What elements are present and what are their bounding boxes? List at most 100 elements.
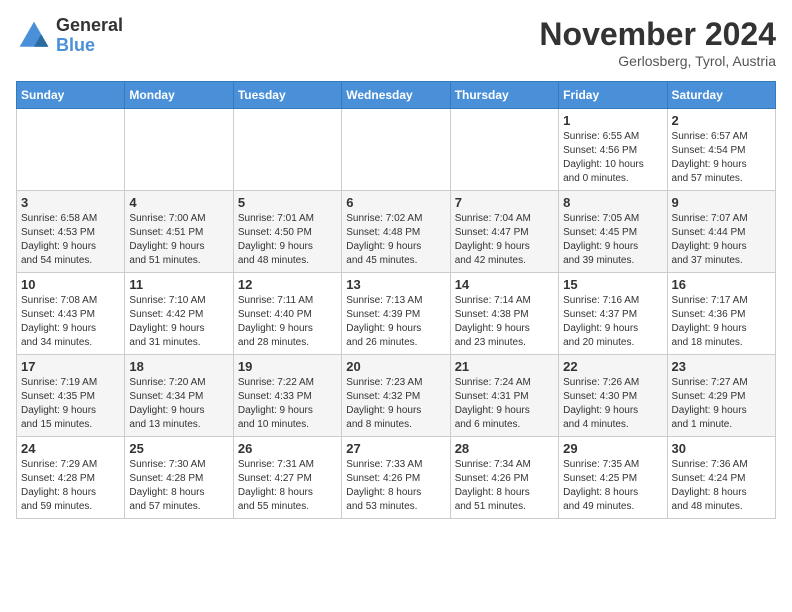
day-number: 24	[21, 441, 120, 456]
day-number: 19	[238, 359, 337, 374]
calendar-cell: 5 Sunrise: 7:01 AM Sunset: 4:50 PM Daylig…	[233, 191, 341, 273]
weekday-header-thursday: Thursday	[450, 82, 558, 109]
day-info: Sunrise: 7:36 AM Sunset: 4:24 PM Dayligh…	[672, 458, 771, 514]
calendar-cell	[233, 109, 341, 191]
calendar-cell: 29Sunrise: 7:35 AM Sunset: 4:25 PM Dayli…	[559, 437, 667, 519]
day-number: 30	[672, 441, 771, 456]
day-number: 13	[346, 277, 445, 292]
day-number: 12	[238, 277, 337, 292]
day-number: 26	[238, 441, 337, 456]
calendar-cell: 17 Sunrise: 7:19 AM Sunset: 4:35 PM Dayli…	[17, 355, 125, 437]
day-info: Sunrise: 7:14 AM Sunset: 4:38 PM Dayligh…	[455, 294, 554, 350]
calendar-cell: 1Sunrise: 6:55 AM Sunset: 4:56 PM Daylig…	[559, 109, 667, 191]
day-number: 27	[346, 441, 445, 456]
logo-icon	[16, 18, 52, 54]
weekday-header-tuesday: Tuesday	[233, 82, 341, 109]
day-info: Sunrise: 7:07 AM Sunset: 4:44 PM Dayligh…	[672, 212, 771, 268]
day-info: Sunrise: 7:08 AM Sunset: 4:43 PM Dayligh…	[21, 294, 120, 350]
day-info: Sunrise: 7:02 AM Sunset: 4:48 PM Dayligh…	[346, 212, 445, 268]
calendar-week-1: 1Sunrise: 6:55 AM Sunset: 4:56 PM Daylig…	[17, 109, 776, 191]
day-info: Sunrise: 7:30 AM Sunset: 4:28 PM Dayligh…	[129, 458, 228, 514]
day-info: Sunrise: 7:01 AM Sunset: 4:50 PM Dayligh…	[238, 212, 337, 268]
calendar-cell: 20 Sunrise: 7:23 AM Sunset: 4:32 PM Dayli…	[342, 355, 450, 437]
weekday-header-saturday: Saturday	[667, 82, 775, 109]
day-info: Sunrise: 7:10 AM Sunset: 4:42 PM Dayligh…	[129, 294, 228, 350]
day-number: 17	[21, 359, 120, 374]
calendar-cell: 23 Sunrise: 7:27 AM Sunset: 4:29 PM Dayli…	[667, 355, 775, 437]
page-header: General Blue November 2024 Gerlosberg, T…	[16, 16, 776, 69]
calendar-cell: 12 Sunrise: 7:11 AM Sunset: 4:40 PM Dayli…	[233, 273, 341, 355]
calendar-table: SundayMondayTuesdayWednesdayThursdayFrid…	[16, 81, 776, 519]
day-info: Sunrise: 7:19 AM Sunset: 4:35 PM Dayligh…	[21, 376, 120, 432]
day-info: Sunrise: 7:34 AM Sunset: 4:26 PM Dayligh…	[455, 458, 554, 514]
calendar-cell: 14 Sunrise: 7:14 AM Sunset: 4:38 PM Dayli…	[450, 273, 558, 355]
calendar-cell: 16 Sunrise: 7:17 AM Sunset: 4:36 PM Dayli…	[667, 273, 775, 355]
calendar-cell: 11 Sunrise: 7:10 AM Sunset: 4:42 PM Dayli…	[125, 273, 233, 355]
day-number: 29	[563, 441, 662, 456]
calendar-cell: 18 Sunrise: 7:20 AM Sunset: 4:34 PM Dayli…	[125, 355, 233, 437]
day-number: 18	[129, 359, 228, 374]
calendar-cell: 26 Sunrise: 7:31 AM Sunset: 4:27 PM Dayli…	[233, 437, 341, 519]
calendar-cell: 9 Sunrise: 7:07 AM Sunset: 4:44 PM Daylig…	[667, 191, 775, 273]
title-block: November 2024 Gerlosberg, Tyrol, Austria	[539, 16, 776, 69]
weekday-header-wednesday: Wednesday	[342, 82, 450, 109]
day-number: 9	[672, 195, 771, 210]
calendar-cell: 6 Sunrise: 7:02 AM Sunset: 4:48 PM Daylig…	[342, 191, 450, 273]
calendar-cell: 30 Sunrise: 7:36 AM Sunset: 4:24 PM Dayli…	[667, 437, 775, 519]
day-number: 16	[672, 277, 771, 292]
day-number: 15	[563, 277, 662, 292]
calendar-week-2: 3Sunrise: 6:58 AM Sunset: 4:53 PM Daylig…	[17, 191, 776, 273]
calendar-cell: 10 Sunrise: 7:08 AM Sunset: 4:43 PM Dayli…	[17, 273, 125, 355]
day-info: Sunrise: 7:20 AM Sunset: 4:34 PM Dayligh…	[129, 376, 228, 432]
calendar-cell: 3Sunrise: 6:58 AM Sunset: 4:53 PM Daylig…	[17, 191, 125, 273]
calendar-cell	[450, 109, 558, 191]
calendar-cell	[125, 109, 233, 191]
day-info: Sunrise: 7:22 AM Sunset: 4:33 PM Dayligh…	[238, 376, 337, 432]
calendar-cell: 4 Sunrise: 7:00 AM Sunset: 4:51 PM Daylig…	[125, 191, 233, 273]
day-number: 2	[672, 113, 771, 128]
calendar-cell: 25Sunrise: 7:30 AM Sunset: 4:28 PM Dayli…	[125, 437, 233, 519]
day-number: 7	[455, 195, 554, 210]
day-number: 22	[563, 359, 662, 374]
weekday-header-friday: Friday	[559, 82, 667, 109]
weekday-header-monday: Monday	[125, 82, 233, 109]
day-info: Sunrise: 7:26 AM Sunset: 4:30 PM Dayligh…	[563, 376, 662, 432]
day-info: Sunrise: 7:16 AM Sunset: 4:37 PM Dayligh…	[563, 294, 662, 350]
day-number: 20	[346, 359, 445, 374]
day-number: 10	[21, 277, 120, 292]
day-info: Sunrise: 7:27 AM Sunset: 4:29 PM Dayligh…	[672, 376, 771, 432]
month-title: November 2024	[539, 16, 776, 53]
day-number: 11	[129, 277, 228, 292]
calendar-cell: 21Sunrise: 7:24 AM Sunset: 4:31 PM Dayli…	[450, 355, 558, 437]
calendar-cell: 24 Sunrise: 7:29 AM Sunset: 4:28 PM Dayli…	[17, 437, 125, 519]
calendar-cell: 13 Sunrise: 7:13 AM Sunset: 4:39 PM Dayli…	[342, 273, 450, 355]
day-info: Sunrise: 7:00 AM Sunset: 4:51 PM Dayligh…	[129, 212, 228, 268]
day-info: Sunrise: 7:23 AM Sunset: 4:32 PM Dayligh…	[346, 376, 445, 432]
calendar-cell: 28 Sunrise: 7:34 AM Sunset: 4:26 PM Dayli…	[450, 437, 558, 519]
calendar-week-5: 24 Sunrise: 7:29 AM Sunset: 4:28 PM Dayli…	[17, 437, 776, 519]
day-info: Sunrise: 7:05 AM Sunset: 4:45 PM Dayligh…	[563, 212, 662, 268]
calendar-cell: 15 Sunrise: 7:16 AM Sunset: 4:37 PM Dayli…	[559, 273, 667, 355]
day-info: Sunrise: 7:04 AM Sunset: 4:47 PM Dayligh…	[455, 212, 554, 268]
calendar-cell	[342, 109, 450, 191]
day-number: 28	[455, 441, 554, 456]
calendar-cell: 2Sunrise: 6:57 AM Sunset: 4:54 PM Daylig…	[667, 109, 775, 191]
day-info: Sunrise: 7:11 AM Sunset: 4:40 PM Dayligh…	[238, 294, 337, 350]
calendar-cell: 7 Sunrise: 7:04 AM Sunset: 4:47 PM Daylig…	[450, 191, 558, 273]
day-number: 4	[129, 195, 228, 210]
day-info: Sunrise: 7:29 AM Sunset: 4:28 PM Dayligh…	[21, 458, 120, 514]
day-number: 6	[346, 195, 445, 210]
calendar-cell: 8Sunrise: 7:05 AM Sunset: 4:45 PM Daylig…	[559, 191, 667, 273]
day-number: 5	[238, 195, 337, 210]
day-info: Sunrise: 7:31 AM Sunset: 4:27 PM Dayligh…	[238, 458, 337, 514]
calendar-week-4: 17 Sunrise: 7:19 AM Sunset: 4:35 PM Dayli…	[17, 355, 776, 437]
day-number: 1	[563, 113, 662, 128]
location: Gerlosberg, Tyrol, Austria	[539, 53, 776, 69]
calendar-week-3: 10 Sunrise: 7:08 AM Sunset: 4:43 PM Dayli…	[17, 273, 776, 355]
calendar-cell: 19 Sunrise: 7:22 AM Sunset: 4:33 PM Dayli…	[233, 355, 341, 437]
logo: General Blue	[16, 16, 123, 56]
day-number: 14	[455, 277, 554, 292]
day-info: Sunrise: 7:17 AM Sunset: 4:36 PM Dayligh…	[672, 294, 771, 350]
day-info: Sunrise: 7:13 AM Sunset: 4:39 PM Dayligh…	[346, 294, 445, 350]
day-number: 23	[672, 359, 771, 374]
